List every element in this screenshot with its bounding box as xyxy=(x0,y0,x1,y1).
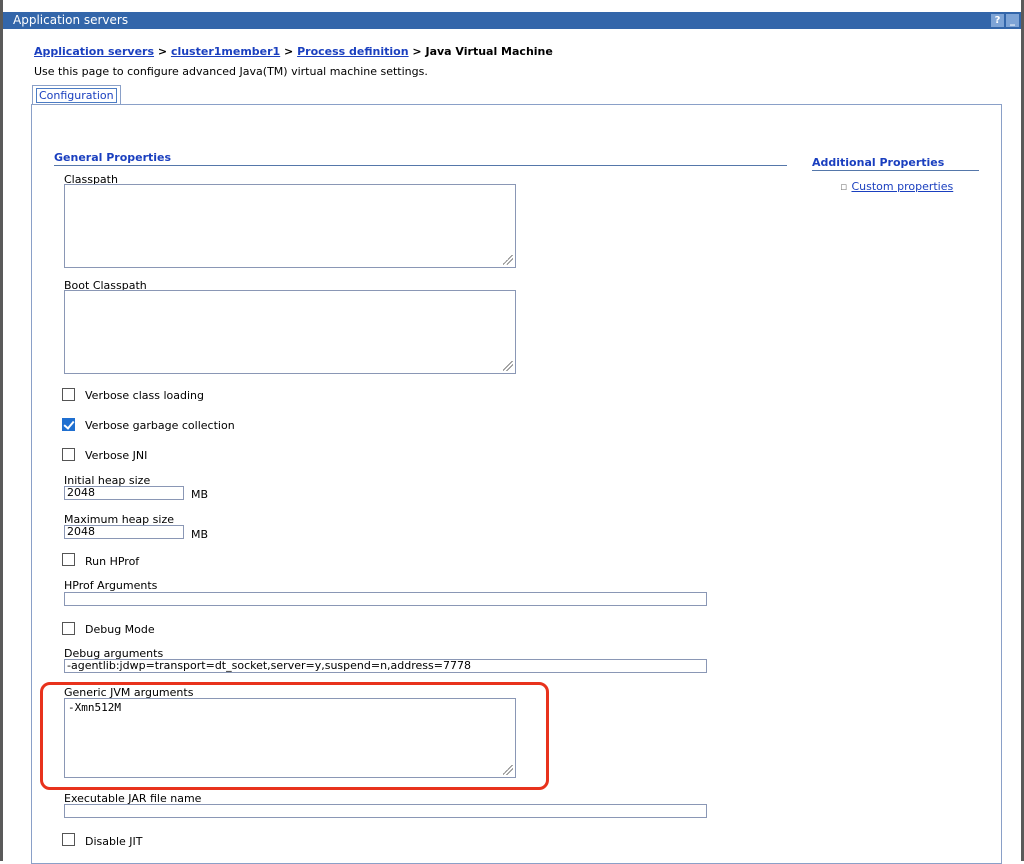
help-button[interactable]: ? xyxy=(991,14,1004,27)
bullet-icon: ▫ xyxy=(840,180,848,193)
verbose-jni-checkbox[interactable] xyxy=(62,448,75,461)
custom-properties-link-item: ▫ Custom properties xyxy=(840,180,953,193)
additional-properties-heading: Additional Properties xyxy=(812,156,979,171)
window-frame-left xyxy=(0,0,3,861)
window-title-bar: Application servers ? _ xyxy=(3,12,1021,29)
disable-jit-checkbox[interactable] xyxy=(62,833,75,846)
verbose-class-loading-checkbox[interactable] xyxy=(62,388,75,401)
window-title: Application servers xyxy=(13,13,129,27)
breadcrumb-separator: > xyxy=(412,45,422,58)
hprof-args-label: HProf Arguments xyxy=(64,579,158,592)
tab-configuration-label: Configuration xyxy=(36,88,117,103)
verbose-gc-checkbox[interactable] xyxy=(62,418,75,431)
breadcrumb-separator: > xyxy=(284,45,294,58)
verbose-gc-label: Verbose garbage collection xyxy=(85,419,235,432)
breadcrumb-process-definition[interactable]: Process definition xyxy=(297,45,408,58)
general-properties-heading: General Properties xyxy=(54,151,787,166)
classpath-textarea[interactable] xyxy=(64,184,516,268)
minimize-button[interactable]: _ xyxy=(1006,14,1019,27)
resize-grip-icon[interactable] xyxy=(503,361,513,371)
exec-jar-input[interactable] xyxy=(64,804,707,818)
tab-configuration[interactable]: Configuration xyxy=(32,85,121,105)
custom-properties-link[interactable]: Custom properties xyxy=(851,180,953,193)
hprof-args-input[interactable] xyxy=(64,592,707,606)
verbose-class-loading-label: Verbose class loading xyxy=(85,389,204,402)
max-heap-input[interactable]: 2048 xyxy=(64,525,184,539)
debug-mode-checkbox[interactable] xyxy=(62,622,75,635)
breadcrumb: Application servers > cluster1member1 > … xyxy=(34,45,553,58)
debug-mode-label: Debug Mode xyxy=(85,623,155,636)
initial-heap-input[interactable]: 2048 xyxy=(64,486,184,500)
breadcrumb-cluster1member1[interactable]: cluster1member1 xyxy=(171,45,280,58)
breadcrumb-separator: > xyxy=(157,45,168,58)
boot-classpath-textarea[interactable] xyxy=(64,290,516,374)
breadcrumb-current: Java Virtual Machine xyxy=(425,45,553,58)
debug-args-input[interactable]: -agentlib:jdwp=transport=dt_socket,serve… xyxy=(64,659,707,673)
breadcrumb-application-servers[interactable]: Application servers xyxy=(34,45,154,58)
run-hprof-checkbox[interactable] xyxy=(62,553,75,566)
highlight-annotation xyxy=(40,682,549,790)
run-hprof-label: Run HProf xyxy=(85,555,140,568)
page-description: Use this page to configure advanced Java… xyxy=(34,65,428,78)
disable-jit-label: Disable JIT xyxy=(85,835,143,848)
initial-heap-unit: MB xyxy=(191,488,209,501)
resize-grip-icon[interactable] xyxy=(503,255,513,265)
verbose-jni-label: Verbose JNI xyxy=(85,449,148,462)
max-heap-unit: MB xyxy=(191,528,209,541)
